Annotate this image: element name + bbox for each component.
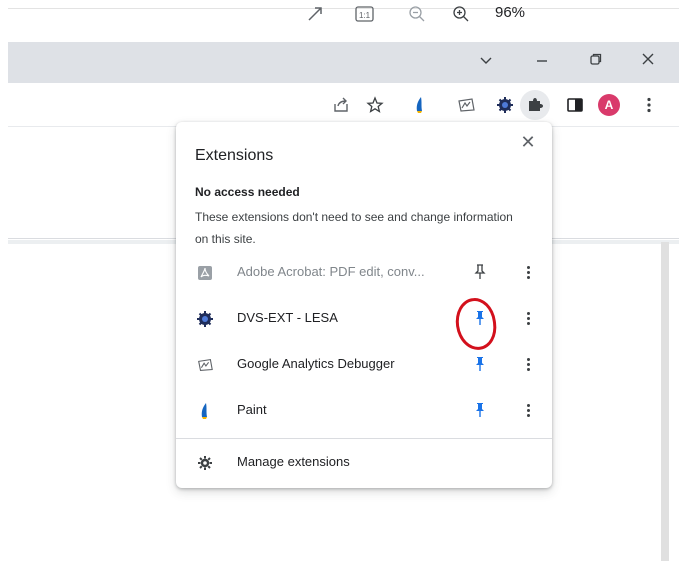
- bookmark-star-icon[interactable]: [363, 93, 387, 117]
- google-analytics-debugger-icon: [196, 356, 214, 374]
- zoom-out-icon[interactable]: [408, 5, 426, 28]
- extension-row-google-analytics-debugger[interactable]: Google Analytics Debugger: [176, 342, 552, 388]
- unpinned-pin-icon[interactable]: [472, 262, 488, 282]
- more-options-button[interactable]: [520, 400, 536, 420]
- extensions-popup: Extensions ✕ No access needed These exte…: [176, 122, 552, 488]
- extensions-puzzle-button[interactable]: [520, 90, 550, 120]
- expand-icon[interactable]: [306, 5, 324, 28]
- more-options-button[interactable]: [520, 308, 536, 328]
- pinned-pin-icon[interactable]: [472, 354, 488, 374]
- close-window-button[interactable]: [636, 51, 660, 73]
- manage-extensions-button[interactable]: Manage extensions: [176, 440, 552, 486]
- extension-name: DVS-EXT - LESA: [237, 310, 338, 325]
- profile-avatar[interactable]: A: [598, 94, 620, 116]
- svg-text:1:1: 1:1: [359, 11, 371, 20]
- zoom-bar: 1:1 96%: [0, 0, 679, 30]
- pinned-pin-icon[interactable]: [472, 400, 488, 420]
- popup-title: Extensions: [195, 147, 274, 164]
- paint-extension-icon[interactable]: [408, 93, 432, 117]
- more-options-button[interactable]: [520, 262, 536, 282]
- scrollbar[interactable]: [661, 242, 669, 561]
- extension-name: Paint: [237, 402, 267, 417]
- extension-name: Google Analytics Debugger: [237, 356, 395, 371]
- zoom-in-icon[interactable]: [452, 5, 470, 28]
- minimize-button[interactable]: [530, 51, 554, 73]
- side-panel-icon[interactable]: [563, 93, 587, 117]
- browser-toolbar: A: [8, 83, 679, 127]
- section-title: No access needed: [195, 185, 300, 199]
- actual-size-button[interactable]: 1:1: [354, 4, 376, 29]
- adobe-acrobat-icon: [196, 264, 214, 282]
- title-bar: [8, 42, 679, 83]
- extension-row-adobe-acrobat[interactable]: Adobe Acrobat: PDF edit, conv...: [176, 250, 552, 296]
- share-icon[interactable]: [329, 93, 353, 117]
- extension-name: Adobe Acrobat: PDF edit, conv...: [237, 264, 425, 279]
- tab-search-button[interactable]: [474, 51, 498, 73]
- more-options-button[interactable]: [520, 354, 536, 374]
- analytics-debugger-extension-icon[interactable]: [454, 93, 478, 117]
- popup-divider: [176, 438, 552, 439]
- dvs-ext-extension-icon[interactable]: [493, 93, 517, 117]
- browser-menu-icon[interactable]: [637, 93, 661, 117]
- paint-icon: [196, 402, 214, 420]
- zoom-percent: 96%: [495, 4, 526, 21]
- section-description: These extensions don't need to see and c…: [195, 210, 513, 246]
- top-border: [8, 8, 679, 9]
- restore-button[interactable]: [584, 51, 608, 73]
- dvs-ext-icon: [196, 310, 214, 328]
- manage-extensions-label: Manage extensions: [237, 454, 350, 469]
- extension-row-paint[interactable]: Paint: [176, 388, 552, 434]
- close-popup-button[interactable]: ✕: [516, 130, 540, 154]
- gear-icon: [196, 454, 214, 472]
